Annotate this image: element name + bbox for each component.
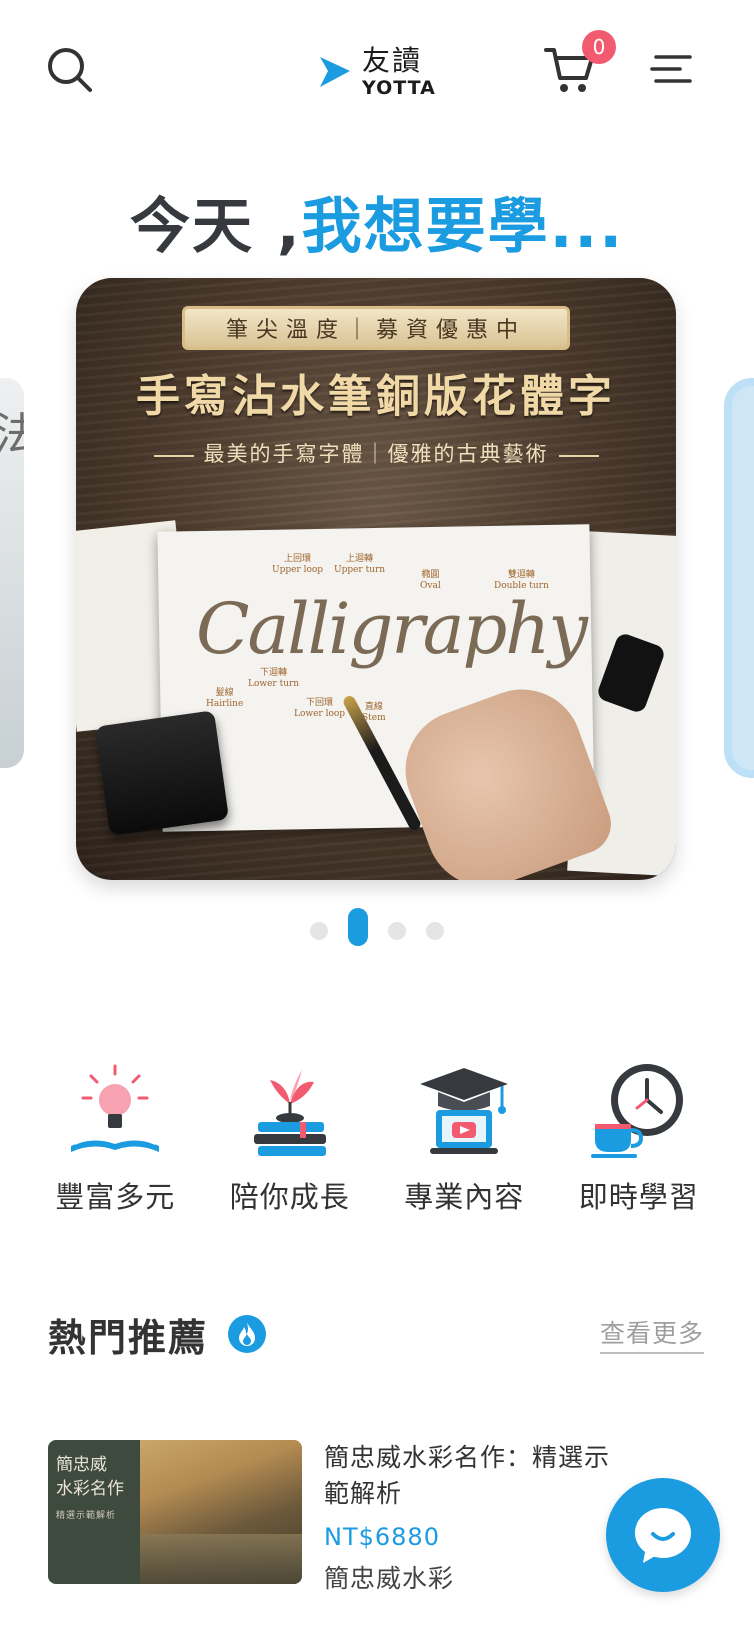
- carousel-active-slide[interactable]: 筆尖溫度｜募資優惠中 手寫沾水筆銅版花體字 最美的手寫字體｜優雅的古典藝術 Ca…: [76, 278, 676, 880]
- annotation: 下回環 Lower loop: [294, 698, 346, 719]
- menu-button[interactable]: [646, 44, 696, 94]
- ink-bottle-image: [94, 710, 230, 836]
- annotation: 下迴轉 Lower turn: [248, 668, 300, 689]
- watercolor-painting-image: [140, 1440, 302, 1584]
- lightbulb-book-icon: [60, 1060, 170, 1160]
- prev-slide-char: 法: [0, 409, 24, 460]
- menu-icon: [650, 55, 692, 83]
- thumbnail-subtitle: 精選示範解析: [56, 1510, 117, 1521]
- hero-title-highlight: 我想要學...: [301, 192, 625, 262]
- annotation: 橢圓 Oval: [420, 570, 441, 591]
- course-author: 簡忠威水彩: [324, 1563, 455, 1593]
- carousel-pagination: [0, 908, 754, 946]
- carousel-dot[interactable]: [388, 922, 406, 940]
- search-icon: [48, 48, 92, 92]
- feature-list: 豐富多元 陪你成長 專業內容 即時學習: [0, 1060, 754, 1216]
- carousel-next-slide[interactable]: [724, 378, 754, 778]
- view-more-link[interactable]: 查看更多: [599, 1314, 704, 1354]
- app-header: 友讀 YOTTA 0: [0, 0, 754, 140]
- clock-cup-icon: [584, 1060, 694, 1160]
- annotation: 上迴轉 Upper turn: [334, 554, 386, 575]
- carousel-dot-active[interactable]: [348, 908, 368, 946]
- thumbnail-title: 簡忠威 水彩名作: [56, 1455, 124, 1499]
- course-price: NT$6880: [324, 1522, 440, 1551]
- logo-english: YOTTA: [362, 76, 436, 99]
- calligraphy-word: Calligraphy: [196, 588, 588, 670]
- feature-label: 專業內容: [404, 1180, 525, 1214]
- chat-bubble-icon: [635, 1508, 691, 1563]
- course-info: 簡忠威水彩名作：精選示範解析 NT$6880 簡忠威水彩: [324, 1440, 634, 1600]
- feature-label: 即時學習: [578, 1180, 699, 1214]
- carousel-prev-slide[interactable]: 法: [0, 378, 24, 768]
- hero-title-prefix: 今天 ,: [129, 192, 302, 262]
- feature-label: 豐富多元: [55, 1180, 176, 1214]
- fire-icon: [228, 1315, 267, 1353]
- search-button[interactable]: [40, 40, 100, 100]
- plant-books-icon: [235, 1060, 345, 1160]
- canal-water: [140, 1534, 302, 1584]
- banner-subtitle-text: 最美的手寫字體｜優雅的古典藝術: [203, 442, 549, 466]
- section-title: 熱門推薦: [48, 1315, 209, 1360]
- feature-label: 陪你成長: [229, 1180, 350, 1214]
- cart-button[interactable]: 0: [540, 30, 616, 100]
- hot-recommend-header: 熱門推薦 查看更多: [48, 1304, 704, 1364]
- app-logo[interactable]: 友讀 YOTTA: [318, 44, 436, 100]
- chat-button[interactable]: [606, 1478, 720, 1592]
- cart-count-badge: 0: [582, 30, 616, 64]
- annotation: 上回環 Upper loop: [272, 554, 324, 575]
- annotation: 髮線 Hairline: [206, 688, 244, 709]
- feature-item: 陪你成長: [215, 1060, 365, 1216]
- logo-chinese: 友讀: [362, 43, 423, 77]
- course-thumbnail[interactable]: 簡忠威 水彩名作 精選示範解析: [48, 1440, 302, 1584]
- hero-title: 今天 ,我想要學...: [0, 178, 754, 265]
- feature-item: 豐富多元: [40, 1060, 190, 1216]
- feature-item: 專業內容: [389, 1060, 539, 1216]
- annotation: 雙迴轉 Double turn: [494, 570, 549, 591]
- banner-title: 手寫沾水筆銅版花體字: [136, 371, 616, 422]
- logo-mark-icon: [320, 57, 350, 87]
- carousel-dot[interactable]: [310, 922, 328, 940]
- feature-item: 即時學習: [564, 1060, 714, 1216]
- carousel-dot[interactable]: [426, 922, 444, 940]
- banner-tag: 筆尖溫度｜募資優惠中: [182, 306, 570, 350]
- graduation-video-icon: [409, 1060, 519, 1160]
- course-title[interactable]: 簡忠威水彩名作：精選示範解析: [324, 1440, 634, 1513]
- banner-subtitle: 最美的手寫字體｜優雅的古典藝術: [76, 438, 676, 468]
- banner-carousel[interactable]: 法 筆尖溫度｜募資優惠中 手寫沾水筆銅版花體字 最美的手寫字體｜優雅的古典藝術 …: [0, 278, 754, 898]
- thumbnail-text-panel: 簡忠威 水彩名作 精選示範解析: [48, 1440, 140, 1584]
